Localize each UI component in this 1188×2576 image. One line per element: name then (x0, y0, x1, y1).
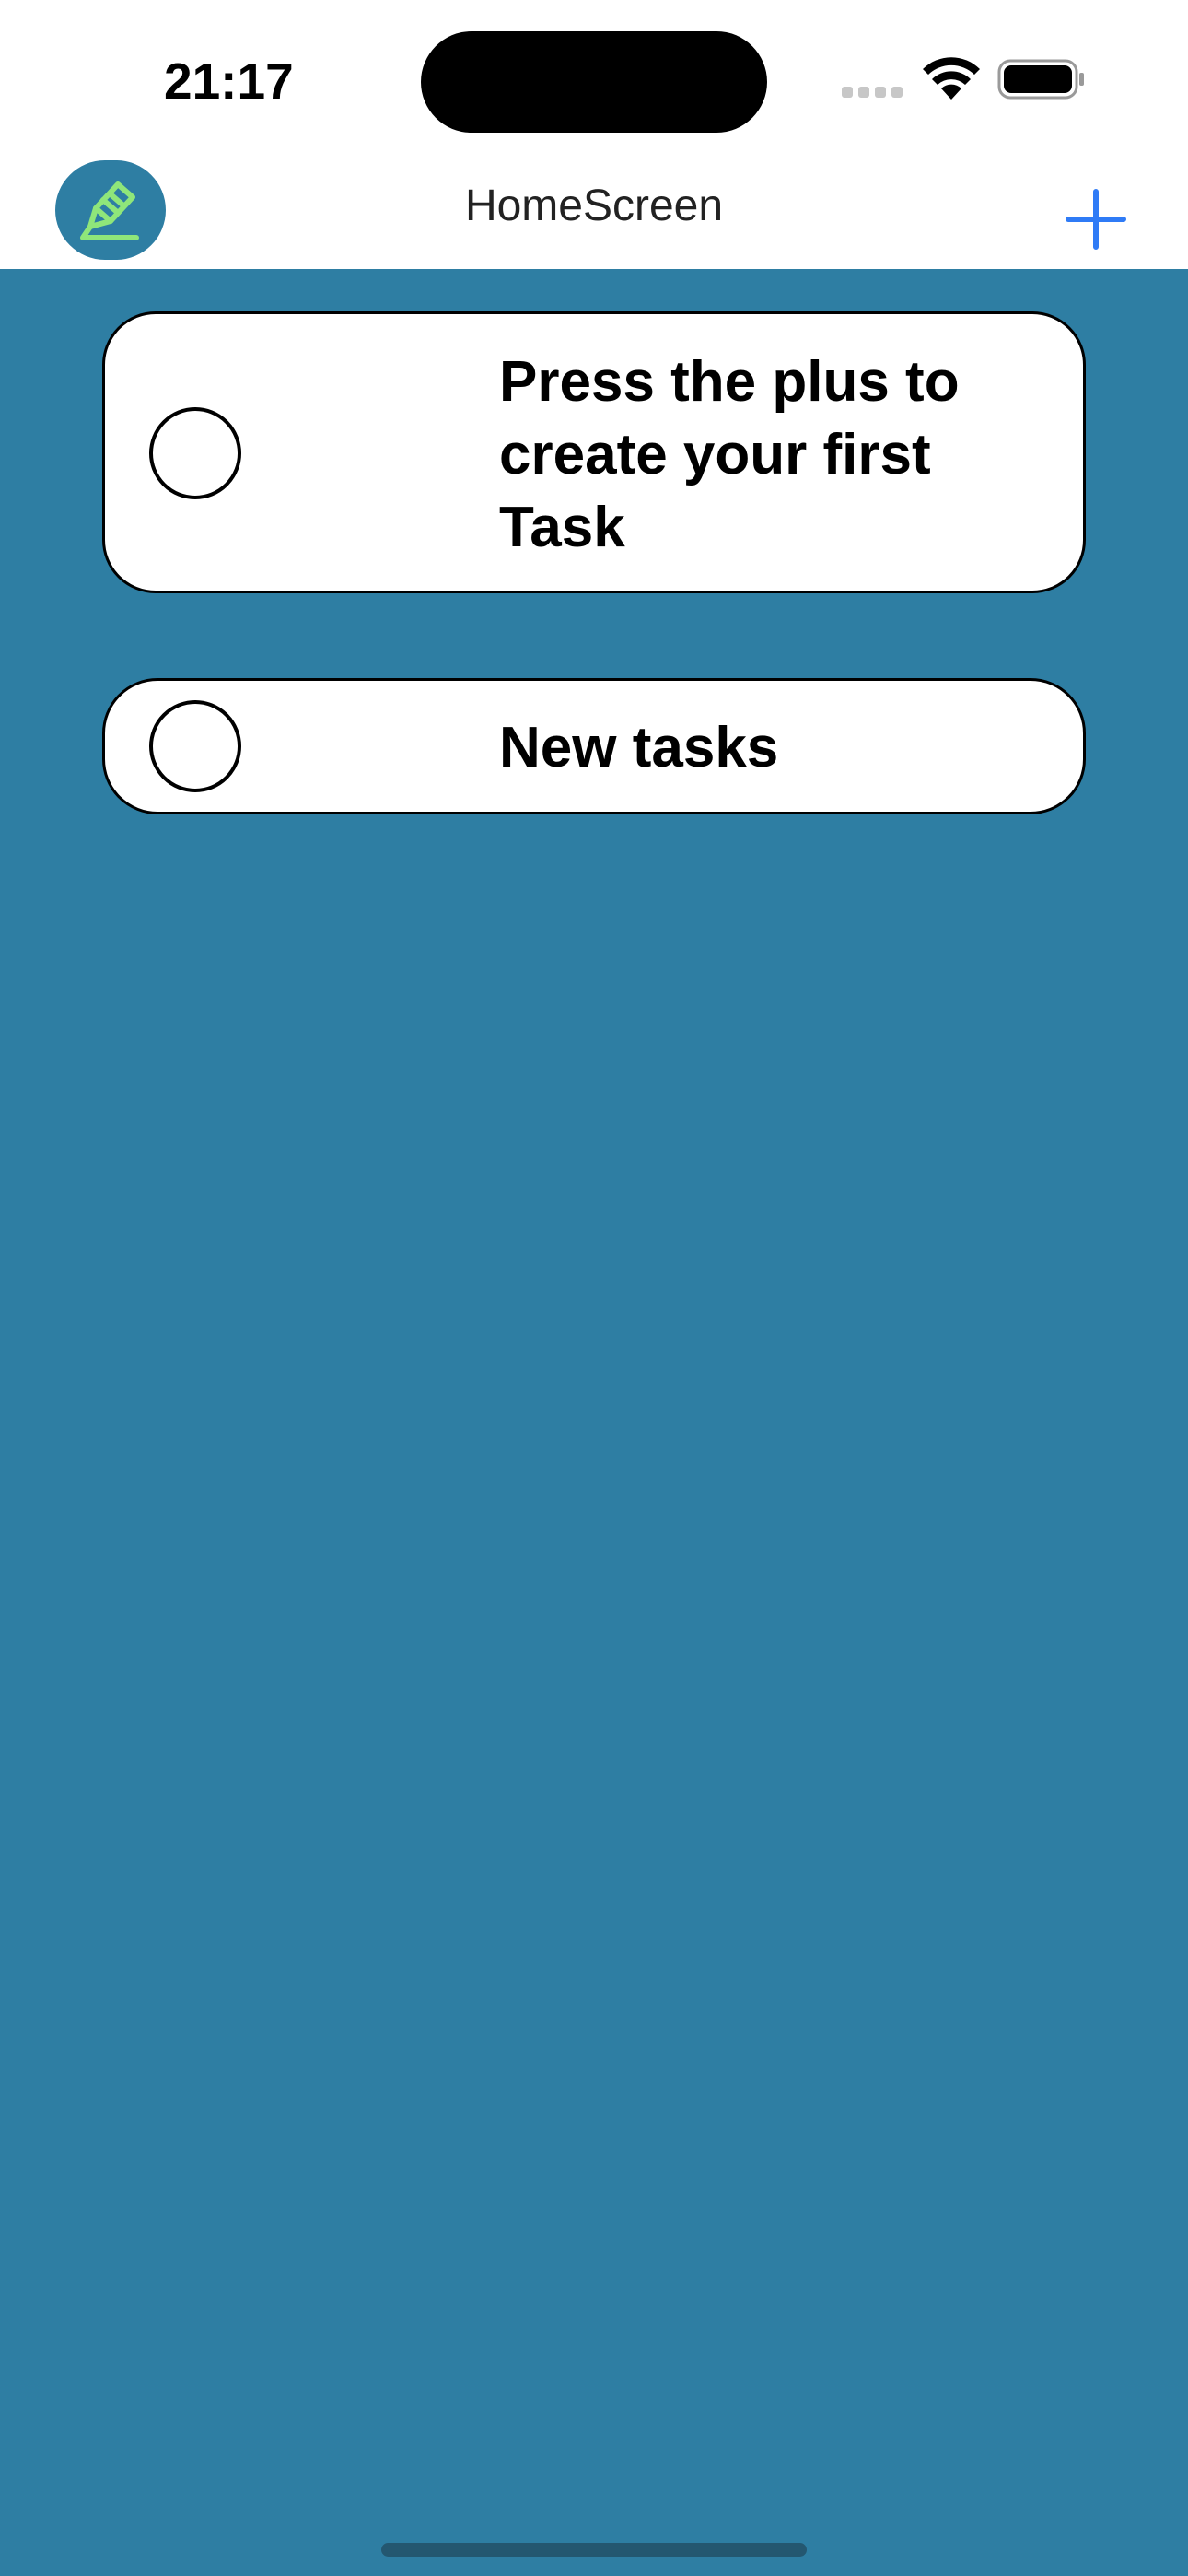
page-title: HomeScreen (464, 181, 724, 230)
plus-icon (1066, 189, 1126, 250)
task-checkbox[interactable] (149, 407, 241, 499)
wifi-icon (923, 57, 980, 100)
home-indicator (381, 2543, 807, 2557)
status-time: 21:17 (164, 53, 294, 110)
nav-bar: HomeScreen (0, 157, 1188, 269)
task-card[interactable]: Press the plus to create your first Task (102, 311, 1086, 593)
cellular-signal-icon (842, 87, 903, 98)
task-checkbox[interactable] (149, 700, 241, 792)
dynamic-island (421, 31, 767, 133)
status-bar: 21:17 (0, 0, 1188, 157)
task-label: Press the plus to create your first Task (499, 350, 960, 559)
add-task-button[interactable] (1059, 182, 1133, 256)
task-label: New tasks (499, 716, 779, 779)
battery-icon (997, 59, 1084, 100)
task-card[interactable]: New tasks (102, 678, 1086, 814)
